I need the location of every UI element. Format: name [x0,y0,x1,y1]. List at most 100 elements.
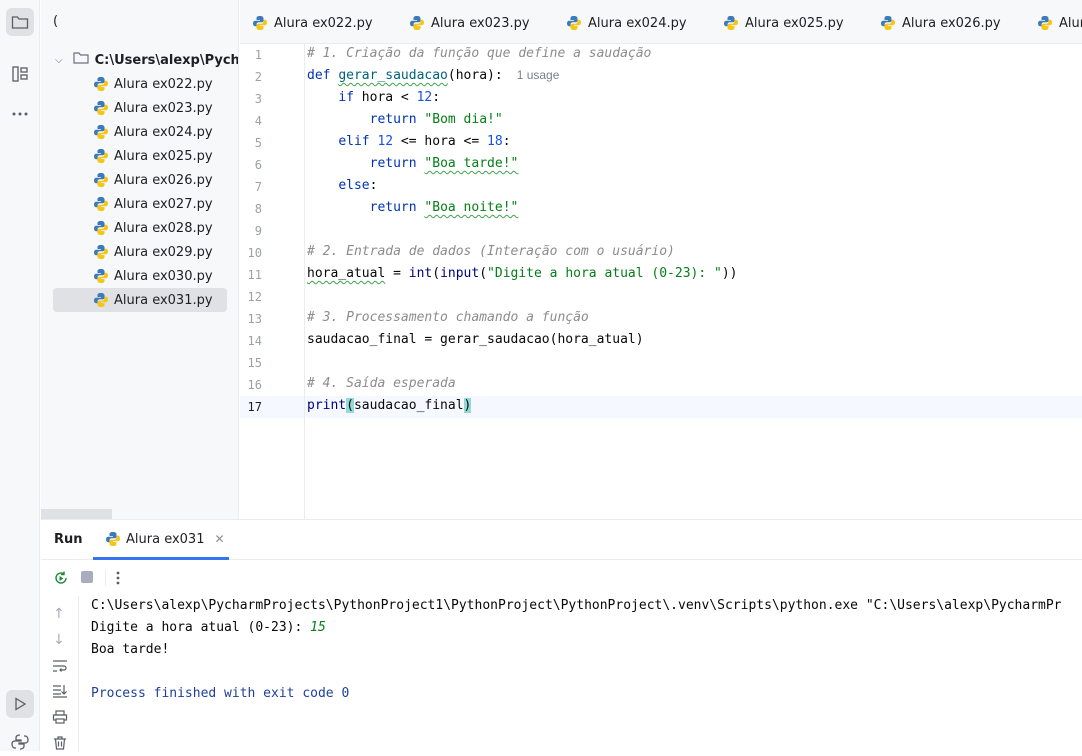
python-file-icon [93,148,109,164]
code-line-16: # 4. Saída esperada [307,376,456,391]
file-tree-item[interactable]: Alura ex029.py [53,240,227,264]
file-tree-item[interactable]: Alura ex023.py [53,96,227,120]
code-text: saudacao_final [353,398,464,413]
console-prompt: Digite a hora atual (0-23): [91,620,311,635]
run-side-toolbar: ↑ ↓ [41,596,79,751]
code-line-10: # 2. Entrada de dados (Interação com o u… [307,244,675,259]
usage-hint[interactable]: 1 usage [517,68,560,82]
line-number: 15 [247,356,262,370]
file-tree-item[interactable]: Alura ex024.py [53,120,227,144]
string-literal: "Digite a hora atual (0-23): " [487,266,722,281]
code-text: (hora): [447,68,503,83]
file-name: Alura ex023.py [114,100,213,116]
python-file-icon [93,124,109,140]
python-file-icon [252,15,268,31]
editor-tab[interactable]: Alura ex022.py [252,12,373,34]
file-name: Alura ex028.py [114,220,213,236]
folder-icon [72,51,89,69]
stop-icon[interactable] [81,571,93,583]
console-user-input: 15 [310,620,326,635]
run-tab[interactable]: Alura ex031 ✕ [105,531,225,547]
code-text: saudacao_final = gerar_saudacao(hora_atu… [307,332,644,347]
file-name: Alura ex031.py [114,292,213,308]
run-icon[interactable] [6,690,34,718]
line-number: 13 [247,312,262,326]
horizontal-scrollbar[interactable] [41,509,112,519]
python-file-icon [880,15,896,31]
python-file-icon [93,268,109,284]
soft-wrap-icon[interactable] [52,659,68,677]
project-root-node[interactable]: ⌵ C:\Users\alexp\Pycharm [41,48,239,72]
structure-icon[interactable] [6,60,34,88]
file-tree-item[interactable]: Alura ex031.py [53,288,227,312]
file-tree-item[interactable]: Alura ex028.py [53,216,227,240]
file-tree-item[interactable]: Alura ex027.py [53,192,227,216]
editor-tab[interactable]: Alura ex024.py [566,12,687,34]
file-tree-item[interactable]: Alura ex026.py [53,168,227,192]
function-name[interactable]: gerar_saudacao [338,68,448,83]
run-toolbar [41,560,1082,596]
editor-tab[interactable]: Alur [1037,12,1082,34]
print-icon[interactable] [52,710,68,728]
file-name: Alura ex026.py [114,172,213,188]
code-line-2: def gerar_saudacao(hora): 1 usage [307,68,559,83]
file-tree-item[interactable]: Alura ex022.py [53,72,227,96]
tool-window-stripe [0,0,40,751]
variable-name: hora_atual [307,266,386,281]
toolbar-divider [105,570,106,586]
comment-text: # 2. Entrada de dados (Interação com o u… [307,244,675,259]
project-folder-icon[interactable] [6,8,34,36]
line-number: 8 [254,202,262,216]
code-line-7: else: [307,178,377,193]
editor-tab-label: Alura ex022.py [274,15,373,31]
editor-tab[interactable]: Alura ex026.py [880,12,1001,34]
line-number: 10 [247,246,262,260]
line-number: 7 [254,180,262,194]
scroll-up-icon[interactable]: ↑ [53,606,65,622]
more-icon[interactable] [6,100,34,128]
close-icon[interactable]: ✕ [214,532,224,546]
python-file-icon [1037,15,1053,31]
line-number: 6 [254,158,262,172]
line-number: 3 [254,92,262,106]
console-exit-message: Process finished with exit code 0 [91,686,350,701]
python-file-icon [93,172,109,188]
file-tree-item[interactable]: Alura ex030.py [53,264,227,288]
code-line-8: return "Boa noite!" [307,200,519,215]
trash-icon[interactable] [52,735,68,755]
keyword: return [369,156,425,171]
run-panel-header: Run Alura ex031 ✕ [41,520,1082,560]
editor-tab[interactable]: Alura ex025.py [723,12,844,34]
code-line-17: print(saudacao_final) [307,398,472,413]
python-file-icon [723,15,739,31]
run-tab-label: Alura ex031 [126,531,205,547]
rerun-icon[interactable] [53,570,69,590]
project-panel-title: ( [53,14,59,29]
project-panel: ( ⌵ C:\Users\alexp\Pycharm Alura ex022.p… [41,0,239,519]
line-number: 5 [254,136,262,150]
keyword: if [338,90,362,105]
string-literal: "Bom dia!" [424,112,503,127]
editor-tab-label: Alur [1059,15,1082,31]
file-name: Alura ex025.py [114,148,213,164]
keyword: return [369,200,425,215]
project-root-label: C:\Users\alexp\Pycharm [94,52,239,68]
scroll-to-end-icon[interactable] [52,684,68,702]
matched-brace: ( [346,398,354,413]
line-number: 11 [247,268,262,282]
number-literal: 18 [487,134,503,149]
number-literal: 12 [416,90,433,105]
scroll-down-icon[interactable]: ↓ [53,632,65,648]
chevron-down-icon[interactable]: ⌵ [55,55,63,66]
editor-tab[interactable]: Alura ex023.py [409,12,530,34]
file-tree-item[interactable]: Alura ex025.py [53,144,227,168]
line-number: 14 [247,334,262,348]
python-file-icon [93,292,109,308]
line-number: 17 [247,400,262,414]
string-literal: "Boa noite!" [424,200,519,215]
more-icon[interactable] [115,569,121,591]
code-text: = [385,266,409,281]
file-name: Alura ex030.py [114,268,213,284]
code-text: : [502,134,511,149]
python-console-icon[interactable] [6,728,34,756]
